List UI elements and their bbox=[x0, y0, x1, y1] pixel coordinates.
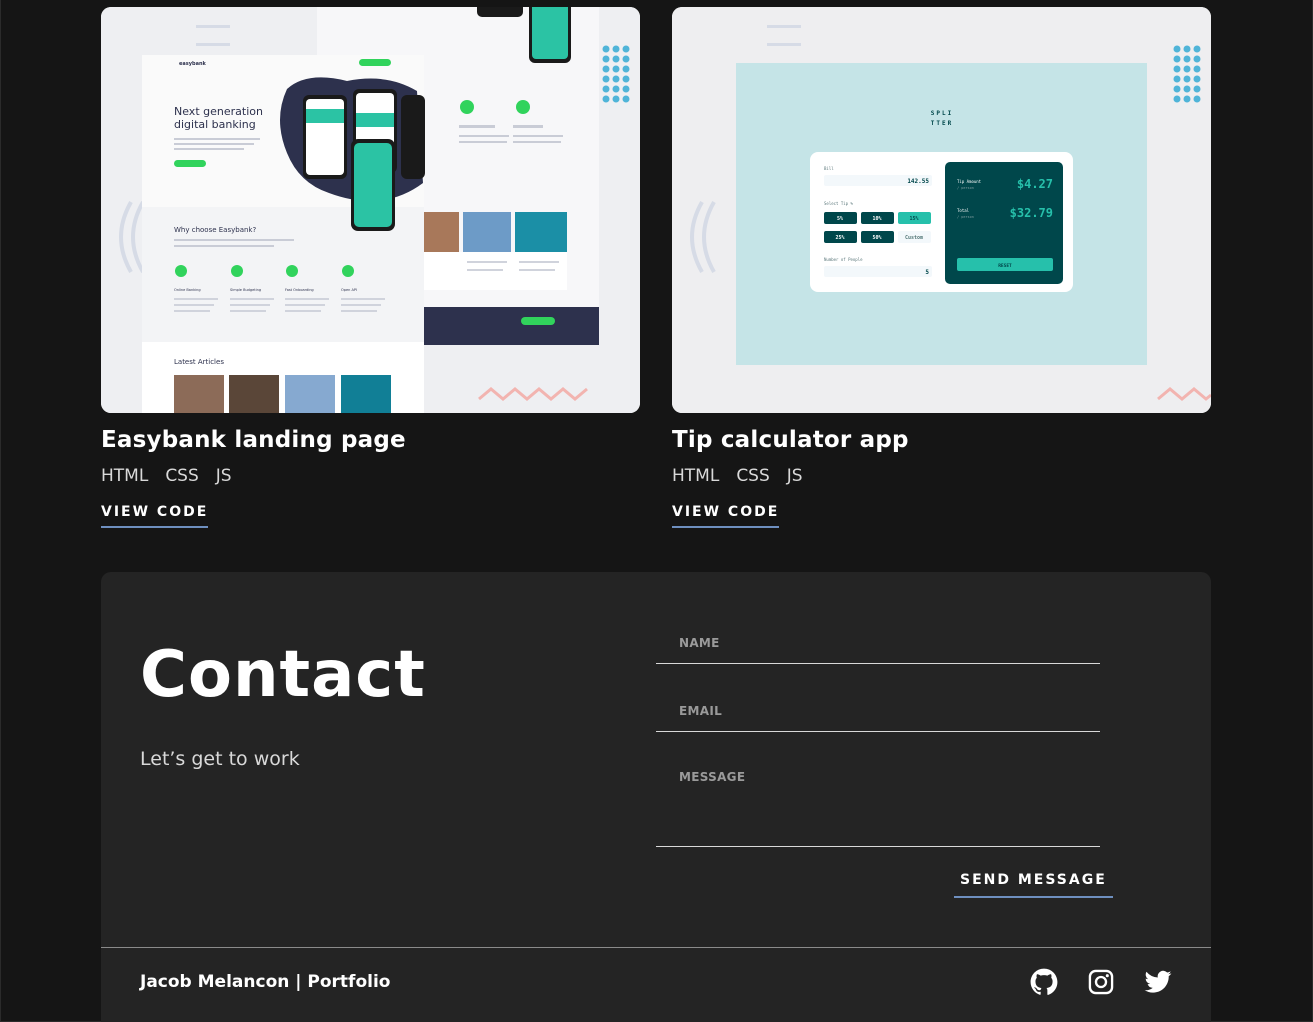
svg-text:SPLI: SPLI bbox=[931, 110, 953, 117]
tag-js: JS bbox=[786, 466, 803, 486]
svg-text:5%: 5% bbox=[837, 216, 843, 222]
tag-css: CSS bbox=[165, 466, 199, 486]
footer-name: Jacob Melancon | Portfolio bbox=[140, 972, 391, 992]
svg-text:$4.27: $4.27 bbox=[1017, 177, 1053, 191]
github-icon[interactable] bbox=[1030, 968, 1058, 996]
email-input[interactable] bbox=[656, 690, 1100, 732]
tip-calculator-screenshot: SPLI TTER Bill 142.55 Select Tip % 5% 10… bbox=[672, 7, 1211, 413]
easybank-screenshot: easybank Next generation digital banking… bbox=[101, 7, 640, 413]
project-title: Easybank landing page bbox=[101, 427, 406, 453]
svg-text:Online Banking: Online Banking bbox=[174, 288, 201, 292]
svg-text:TTER: TTER bbox=[931, 120, 953, 127]
svg-text:$32.79: $32.79 bbox=[1010, 206, 1053, 220]
contact-subheading: Let’s get to work bbox=[140, 748, 300, 770]
svg-text:Custom: Custom bbox=[905, 235, 923, 241]
svg-text:Open API: Open API bbox=[341, 288, 357, 292]
svg-text:Select Tip %: Select Tip % bbox=[824, 201, 853, 206]
svg-text:/ person: / person bbox=[957, 215, 974, 219]
project-thumbnail-tip-calculator[interactable]: SPLI TTER Bill 142.55 Select Tip % 5% 10… bbox=[672, 7, 1211, 413]
project-title: Tip calculator app bbox=[672, 427, 909, 453]
svg-text:Why choose Easybank?: Why choose Easybank? bbox=[174, 226, 256, 234]
svg-text:Fast Onboarding: Fast Onboarding bbox=[285, 288, 314, 292]
svg-text:15%: 15% bbox=[909, 216, 918, 222]
svg-text:Next generation: Next generation bbox=[174, 105, 263, 118]
contact-section: Contact Let’s get to work SEND MESSAGE J… bbox=[101, 572, 1211, 1022]
svg-text:25%: 25% bbox=[835, 235, 844, 241]
easybank-logo: easybank bbox=[179, 61, 207, 67]
instagram-icon[interactable] bbox=[1087, 968, 1115, 996]
svg-text:Tip Amount: Tip Amount bbox=[957, 179, 982, 184]
view-code-link[interactable]: VIEW CODE bbox=[672, 504, 780, 528]
svg-text:5: 5 bbox=[925, 269, 929, 276]
tag-html: HTML bbox=[101, 466, 149, 486]
tag-js: JS bbox=[215, 466, 232, 486]
name-input[interactable] bbox=[656, 622, 1100, 664]
project-tags: HTML CSS JS bbox=[101, 466, 640, 486]
svg-text:digital banking: digital banking bbox=[174, 118, 256, 131]
svg-text:Number of People: Number of People bbox=[824, 257, 863, 262]
svg-text:10%: 10% bbox=[872, 216, 881, 222]
contact-heading: Contact bbox=[140, 638, 426, 712]
tag-html: HTML bbox=[672, 466, 720, 486]
send-message-button[interactable]: SEND MESSAGE bbox=[954, 872, 1113, 898]
tag-css: CSS bbox=[736, 466, 770, 486]
svg-text:Simple Budgeting: Simple Budgeting bbox=[230, 288, 261, 292]
footer-divider bbox=[101, 947, 1211, 948]
svg-text:Latest Articles: Latest Articles bbox=[174, 358, 224, 366]
svg-text:Total: Total bbox=[957, 208, 970, 213]
view-code-link[interactable]: VIEW CODE bbox=[101, 504, 209, 528]
svg-text:/ person: / person bbox=[957, 186, 974, 190]
message-textarea[interactable] bbox=[656, 758, 1100, 847]
svg-text:50%: 50% bbox=[872, 235, 881, 241]
project-tags: HTML CSS JS bbox=[672, 466, 1211, 486]
project-card-easybank: easybank Next generation digital banking… bbox=[101, 7, 640, 528]
svg-text:142.55: 142.55 bbox=[907, 178, 929, 185]
svg-text:Bill: Bill bbox=[824, 166, 834, 171]
project-card-tip-calculator: SPLI TTER Bill 142.55 Select Tip % 5% 10… bbox=[672, 7, 1211, 528]
svg-text:RESET: RESET bbox=[998, 263, 1012, 269]
project-thumbnail-easybank[interactable]: easybank Next generation digital banking… bbox=[101, 7, 640, 413]
twitter-icon[interactable] bbox=[1144, 968, 1172, 996]
